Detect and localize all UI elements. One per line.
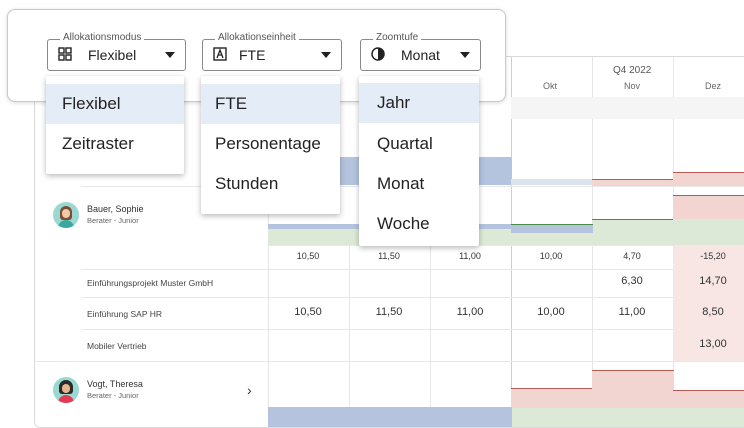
grid-icon: [58, 47, 72, 61]
menu-item-flexibel[interactable]: Flexibel: [46, 84, 184, 124]
allocation-unit-label: Allokationseinheit: [215, 32, 299, 43]
project-cell[interactable]: 11,00: [592, 306, 672, 318]
month-dez: Dez: [705, 81, 722, 91]
zoom-label: Zoomtufe: [373, 32, 422, 43]
project-cell[interactable]: 11,50: [349, 306, 429, 318]
menu-item-quartal[interactable]: Quartal: [359, 124, 479, 164]
row-divider: [81, 329, 744, 330]
allocation-unit-value: FTE: [239, 47, 266, 63]
zoom-value: Monat: [401, 47, 440, 63]
project-label: Mobiler Vertrieb: [87, 341, 147, 351]
capacity-green-band: [592, 219, 674, 246]
caret-down-icon: [460, 52, 470, 58]
avatar: [53, 377, 79, 403]
person-role: Berater - Junior: [87, 391, 139, 400]
row-divider: [35, 361, 744, 362]
allocation-mode-select[interactable]: Allokationsmodus Flexibel: [47, 32, 186, 71]
total-cell: 4,70: [623, 251, 641, 261]
quarter-label: Q4 2022: [613, 65, 652, 76]
total-cell: 10,50: [296, 251, 320, 261]
total-cell: 11,50: [378, 251, 400, 261]
chevron-right-icon[interactable]: ›: [247, 382, 252, 398]
column-divider: [430, 237, 431, 427]
person-role: Berater - Junior: [87, 216, 139, 225]
total-cell: -15,20: [700, 251, 726, 261]
menu-item-jahr[interactable]: Jahr: [359, 83, 479, 123]
menu-item-woche[interactable]: Woche: [359, 204, 479, 244]
project-label: Einführung SAP HR: [87, 309, 162, 319]
menu-item-zeitraster[interactable]: Zeitraster: [46, 124, 184, 164]
header-strip: [511, 97, 744, 119]
menu-item-personentage[interactable]: Personentage: [201, 124, 340, 164]
menu-item-fte[interactable]: FTE: [201, 84, 340, 124]
project-cell[interactable]: 8,50: [673, 306, 744, 318]
project-cell[interactable]: 6,30: [592, 275, 672, 287]
overbooking-bar: [673, 195, 744, 220]
zoom-select[interactable]: Zoomtufe Monat: [360, 32, 481, 71]
project-cell[interactable]: 11,00: [430, 306, 510, 318]
capacity-green-band: [511, 408, 744, 427]
project-label: Einführungsprojekt Muster GmbH: [87, 278, 214, 288]
capacity-bar: [511, 179, 593, 185]
project-cell[interactable]: 14,70: [673, 275, 744, 287]
person-name[interactable]: Bauer, Sophie: [87, 204, 144, 214]
half-circle-icon: [371, 47, 385, 61]
overbooking-bar: [673, 172, 744, 186]
capacity-bar: [268, 407, 512, 427]
total-cell: 10,00: [539, 251, 563, 261]
caret-down-icon: [321, 52, 331, 58]
overbooking-bar: [673, 390, 744, 409]
letter-a-icon: [213, 47, 227, 61]
zoom-menu: Jahr Quartal Monat Woche: [359, 76, 479, 246]
menu-item-stunden[interactable]: Stunden: [201, 164, 340, 204]
project-cell[interactable]: 10,50: [268, 306, 348, 318]
overbooking-bar: [511, 388, 593, 409]
capacity-green-band: [673, 219, 744, 245]
menu-item-monat[interactable]: Monat: [359, 164, 479, 204]
overbooking-bar: [592, 179, 674, 186]
allocation-mode-menu: Flexibel Zeitraster: [46, 76, 184, 174]
allocation-mode-label: Allokationsmodus: [60, 32, 145, 43]
allocation-unit-select[interactable]: Allokationseinheit FTE: [202, 32, 342, 71]
avatar: [53, 202, 79, 228]
overbooking-bar: [592, 370, 674, 409]
column-divider: [349, 237, 350, 427]
allocation-unit-menu: FTE Personentage Stunden: [201, 76, 340, 214]
row-divider: [81, 297, 744, 298]
month-nov: Nov: [624, 81, 641, 91]
project-cell[interactable]: 10,00: [511, 306, 591, 318]
row-divider: [81, 269, 744, 270]
allocation-mode-value: Flexibel: [88, 47, 137, 63]
month-okt: Okt: [543, 81, 558, 91]
caret-down-icon: [165, 52, 175, 58]
project-cell[interactable]: 13,00: [673, 338, 744, 350]
capacity-bar: [511, 224, 593, 233]
person-name[interactable]: Vogt, Theresa: [87, 379, 143, 389]
total-cell: 11,00: [459, 251, 481, 261]
